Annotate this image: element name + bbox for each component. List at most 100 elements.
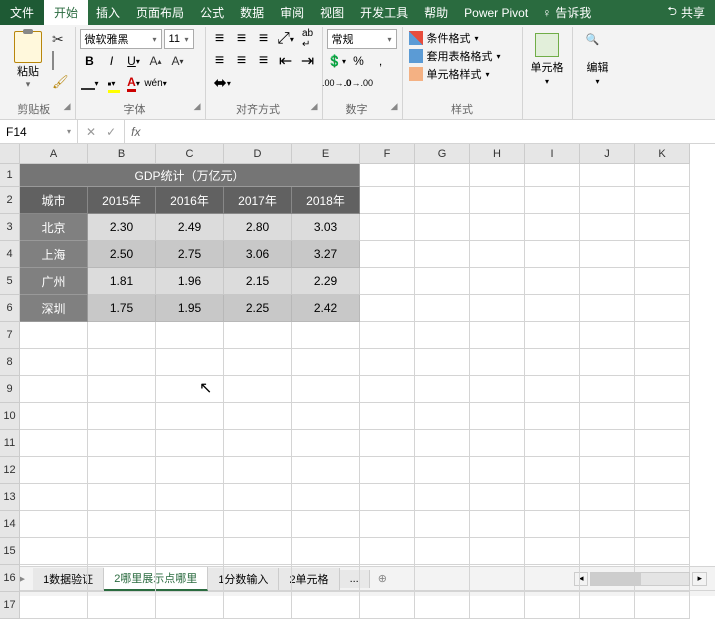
cell[interactable] — [635, 187, 690, 214]
cell[interactable] — [360, 214, 415, 241]
cell[interactable] — [470, 430, 525, 457]
cell[interactable] — [292, 376, 360, 403]
cell[interactable] — [415, 538, 470, 565]
cell[interactable] — [525, 376, 580, 403]
cell[interactable] — [635, 511, 690, 538]
cell[interactable] — [156, 403, 224, 430]
cell[interactable] — [470, 187, 525, 214]
cell[interactable] — [156, 511, 224, 538]
cell[interactable] — [580, 187, 635, 214]
cell[interactable] — [525, 538, 580, 565]
fill-color-button[interactable]: 🞍▾ — [102, 73, 122, 93]
cell[interactable] — [470, 592, 525, 619]
cell[interactable] — [635, 214, 690, 241]
cell[interactable]: 2015年 — [88, 187, 156, 214]
cell[interactable] — [635, 376, 690, 403]
cell[interactable] — [525, 214, 580, 241]
cell[interactable] — [20, 322, 88, 349]
cell[interactable]: 2.42 — [292, 295, 360, 322]
underline-button[interactable]: U▾ — [124, 51, 144, 71]
cell[interactable] — [415, 403, 470, 430]
horizontal-scrollbar[interactable] — [590, 572, 690, 586]
cell[interactable] — [20, 457, 88, 484]
column-header-G[interactable]: G — [415, 144, 470, 164]
cell[interactable] — [88, 322, 156, 349]
number-format-select[interactable]: 常规▾ — [327, 29, 397, 49]
cell[interactable] — [360, 511, 415, 538]
cell[interactable] — [20, 592, 88, 619]
row-header-3[interactable]: 3 — [0, 214, 20, 241]
column-header-I[interactable]: I — [525, 144, 580, 164]
cell[interactable] — [20, 511, 88, 538]
cell[interactable] — [415, 214, 470, 241]
cell[interactable] — [88, 430, 156, 457]
cell[interactable] — [292, 403, 360, 430]
cell[interactable] — [635, 484, 690, 511]
cell[interactable] — [415, 241, 470, 268]
align-right-button[interactable]: ≡ — [254, 51, 274, 71]
row-header-12[interactable]: 12 — [0, 457, 20, 484]
cell[interactable] — [415, 187, 470, 214]
cell[interactable]: 深圳 — [20, 295, 88, 322]
cell[interactable] — [525, 295, 580, 322]
cell[interactable] — [415, 592, 470, 619]
cell[interactable] — [635, 538, 690, 565]
row-header-5[interactable]: 5 — [0, 268, 20, 295]
cell[interactable] — [224, 538, 292, 565]
cell[interactable]: 3.03 — [292, 214, 360, 241]
tab-page-layout[interactable]: 页面布局 — [128, 0, 192, 25]
row-header-14[interactable]: 14 — [0, 511, 20, 538]
cell[interactable] — [635, 322, 690, 349]
cell[interactable] — [525, 403, 580, 430]
cell[interactable] — [415, 376, 470, 403]
tab-review[interactable]: 审阅 — [272, 0, 312, 25]
cell[interactable] — [635, 592, 690, 619]
dialog-launcher-icon[interactable]: ◢ — [194, 101, 201, 112]
tab-power-pivot[interactable]: Power Pivot — [456, 2, 536, 24]
cell[interactable] — [360, 187, 415, 214]
cell[interactable] — [525, 484, 580, 511]
cell[interactable] — [635, 403, 690, 430]
cell[interactable] — [525, 430, 580, 457]
cell[interactable] — [635, 268, 690, 295]
cell[interactable] — [525, 322, 580, 349]
cell[interactable] — [224, 511, 292, 538]
cell[interactable] — [525, 241, 580, 268]
scroll-right-button[interactable]: ▸ — [692, 572, 707, 586]
cancel-formula-button[interactable]: ✕ — [86, 125, 96, 139]
cell[interactable] — [156, 430, 224, 457]
cell[interactable] — [20, 484, 88, 511]
conditional-format-button[interactable]: 条件格式 ▾ — [407, 29, 518, 47]
decrease-font-button[interactable]: A▾ — [168, 51, 188, 71]
cell[interactable] — [635, 457, 690, 484]
cell[interactable] — [415, 484, 470, 511]
cell[interactable] — [224, 484, 292, 511]
cell[interactable] — [415, 268, 470, 295]
cell[interactable] — [20, 565, 88, 592]
cell[interactable] — [292, 538, 360, 565]
cell[interactable] — [360, 457, 415, 484]
cell[interactable] — [635, 430, 690, 457]
cell[interactable] — [415, 511, 470, 538]
cell[interactable] — [580, 430, 635, 457]
row-header-2[interactable]: 2 — [0, 187, 20, 214]
cell[interactable] — [88, 511, 156, 538]
cell[interactable] — [470, 241, 525, 268]
increase-indent-button[interactable]: ⇥ — [298, 51, 318, 71]
cell[interactable] — [360, 592, 415, 619]
tab-file[interactable]: 文件 — [0, 0, 44, 25]
align-bottom-button[interactable]: ≡ — [254, 29, 274, 49]
font-name-select[interactable]: 微软雅黑▾ — [80, 29, 162, 49]
share-button[interactable]: ⮌ 共享 — [657, 0, 715, 27]
cell[interactable] — [360, 322, 415, 349]
cell[interactable] — [525, 187, 580, 214]
cell-grid[interactable]: GDP统计（万亿元）城市2015年2016年2017年2018年北京2.302.… — [20, 164, 690, 619]
cell[interactable] — [470, 349, 525, 376]
cell[interactable] — [224, 565, 292, 592]
row-header-9[interactable]: 9 — [0, 376, 20, 403]
cell[interactable] — [470, 403, 525, 430]
row-header-6[interactable]: 6 — [0, 295, 20, 322]
cell[interactable] — [292, 430, 360, 457]
cell[interactable] — [470, 484, 525, 511]
cell[interactable] — [635, 241, 690, 268]
